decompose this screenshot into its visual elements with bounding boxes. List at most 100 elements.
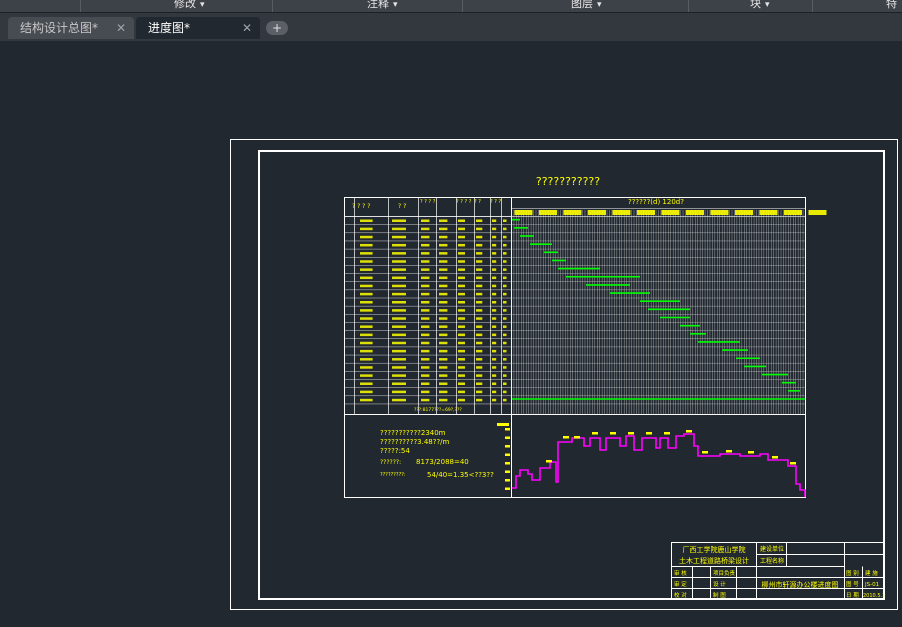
table-cell-text <box>503 268 507 271</box>
table-cell-text <box>360 284 373 288</box>
gantt-day-labels <box>661 210 680 215</box>
table-cell-text <box>421 398 430 402</box>
table-cell-text <box>392 301 406 304</box>
ribbon-layers-menu[interactable]: 图层 <box>571 0 602 12</box>
table-cell-text <box>360 333 373 337</box>
table-cell-text <box>392 317 406 320</box>
gantt-day-labels <box>539 210 557 215</box>
table-cell-text <box>458 374 465 377</box>
table-cell-text <box>476 243 483 247</box>
drawing-canvas[interactable]: ??????????? ? ? ? ? ? ? ? ? ? ? ? ? ? ? … <box>0 41 902 627</box>
table-cell-text <box>458 349 465 353</box>
table-cell-text <box>476 219 483 222</box>
tab-structure-design[interactable]: 结构设计总图* ✕ <box>8 17 134 39</box>
table-cell-text <box>360 349 373 353</box>
gantt-day-labels <box>808 210 827 215</box>
table-cell-text <box>439 219 448 222</box>
table-cell-text <box>492 341 497 345</box>
curve-y-tick-label <box>505 445 510 448</box>
table-cell-text <box>360 341 373 345</box>
curve-point-label <box>610 432 616 435</box>
tb-r0-label: 审 核 <box>674 569 687 577</box>
header-workers: ? ? ? <box>490 199 501 205</box>
close-icon[interactable]: ✕ <box>242 17 252 39</box>
curve-y-tick-label <box>505 470 510 473</box>
table-cell-text <box>421 292 430 296</box>
curve-y-tick-label <box>505 462 510 465</box>
table-cell-text <box>492 358 497 361</box>
table-cell-text <box>503 284 507 288</box>
drawing-sheet: ??????????? ? ? ? ? ? ? ? ? ? ? ? ? ? ? … <box>230 139 898 610</box>
curve-y-tick-label <box>505 479 510 482</box>
ribbon-modify-menu[interactable]: 修改 <box>174 0 205 12</box>
table-cell-text <box>492 398 497 402</box>
table-cell-text <box>503 390 507 394</box>
curve-point-label <box>726 450 732 453</box>
tb-org-1: 厂西工学院鹿山学院 <box>683 545 746 554</box>
table-cell-text <box>392 341 406 345</box>
table-cell-text <box>421 219 430 222</box>
table-cell-text <box>492 317 497 320</box>
table-cell-text <box>458 260 465 263</box>
table-cell-text <box>503 333 507 337</box>
table-cell-text <box>458 309 465 312</box>
table-cell-text <box>439 227 448 231</box>
table-cell-text <box>492 268 497 271</box>
table-cell-text <box>476 260 483 263</box>
table-cell-text <box>439 366 448 369</box>
tab-schedule-drawing[interactable]: 进度图* ✕ <box>136 17 260 39</box>
table-cell-text <box>476 292 483 296</box>
table-cell-text <box>439 292 448 296</box>
tb-r1-value: 设 计 <box>713 580 726 588</box>
table-cell-text <box>439 284 448 288</box>
ribbon-block-menu[interactable]: 块 <box>750 0 770 12</box>
table-cell-text <box>392 374 406 377</box>
table-cell-text <box>421 252 430 255</box>
table-cell-text <box>439 333 448 337</box>
table-cell-text <box>503 366 507 369</box>
table-cell-text <box>492 382 497 385</box>
table-cell-text <box>476 374 483 377</box>
table-cell-text <box>458 382 465 385</box>
table-cell-text <box>421 374 430 377</box>
table-cell-text <box>439 390 448 394</box>
ribbon-annotate-menu[interactable]: 注释 <box>367 0 398 12</box>
table-cell-text <box>503 341 507 345</box>
table-cell-text <box>476 341 483 345</box>
close-icon[interactable]: ✕ <box>116 17 126 39</box>
table-cell-text <box>392 382 406 385</box>
table-cell-text <box>458 333 465 337</box>
table-cell-text <box>503 382 507 385</box>
ribbon-separator <box>812 0 813 12</box>
table-cell-text <box>476 276 483 280</box>
info-line-5-value: 54/40=1.35<??3?? <box>427 471 494 479</box>
table-cell-text <box>421 358 430 361</box>
table-cell-text <box>421 276 430 280</box>
table-cell-text <box>421 309 430 312</box>
table-cell-text <box>439 398 448 402</box>
curve-point-label <box>790 462 796 465</box>
curve-point-label <box>546 460 552 463</box>
table-cell-text <box>360 390 373 394</box>
curve-point-label <box>628 432 634 435</box>
table-cell-text <box>439 325 448 328</box>
table-cell-text <box>392 260 406 263</box>
table-cell-text <box>503 276 507 280</box>
table-cell-text <box>458 366 465 369</box>
tab-label: 结构设计总图* <box>20 21 99 35</box>
new-tab-button[interactable]: + <box>266 21 288 35</box>
curve-point-label <box>772 456 778 459</box>
table-cell-text <box>392 276 406 280</box>
table-cell-text <box>392 390 406 394</box>
ribbon-properties-menu[interactable]: 特 <box>886 0 901 12</box>
table-cell-text <box>360 309 373 312</box>
table-cell-text <box>392 219 406 222</box>
ribbon-separator <box>688 0 689 12</box>
table-cell-text <box>458 358 465 361</box>
curve-y-axis-label <box>497 423 509 426</box>
table-cell-text <box>439 243 448 247</box>
table-cell-text <box>503 374 507 377</box>
table-cell-text <box>439 260 448 263</box>
header-progress: ??????(d) 120d? <box>628 198 684 206</box>
table-cell-text <box>360 374 373 377</box>
